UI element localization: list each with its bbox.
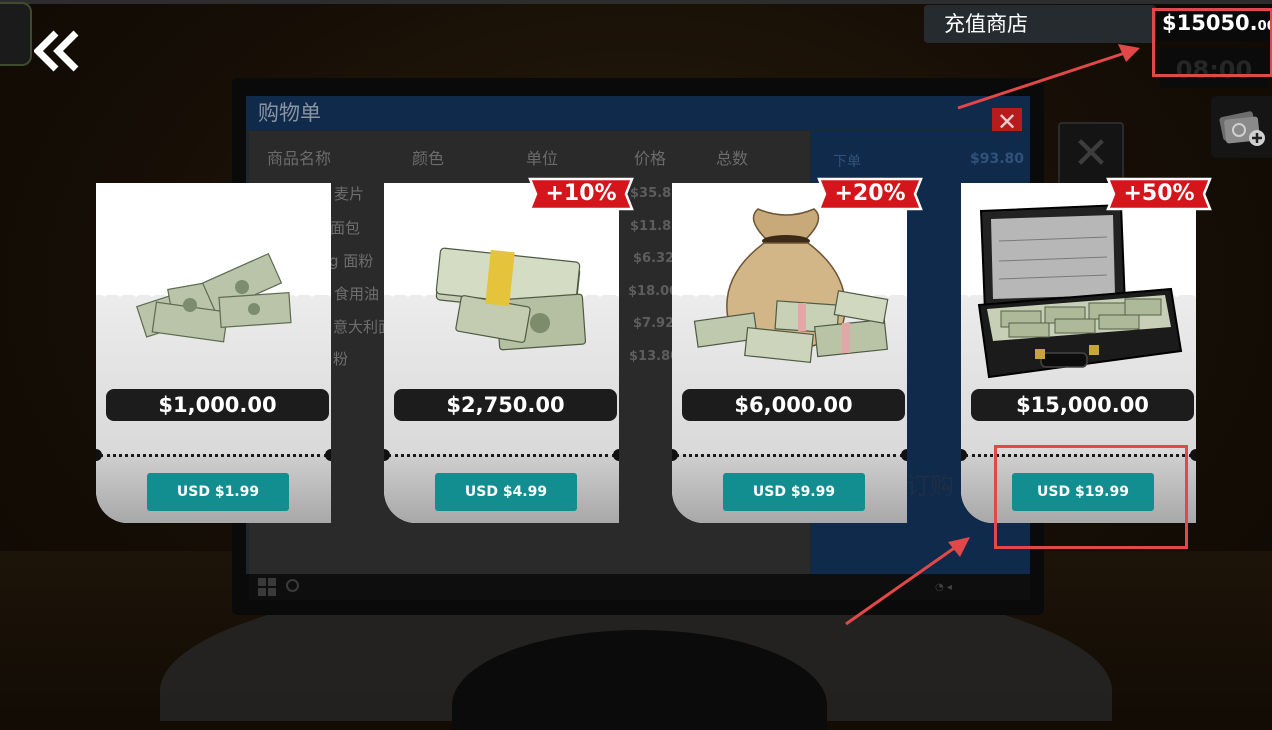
annotation-arrows: [845, 44, 1140, 626]
